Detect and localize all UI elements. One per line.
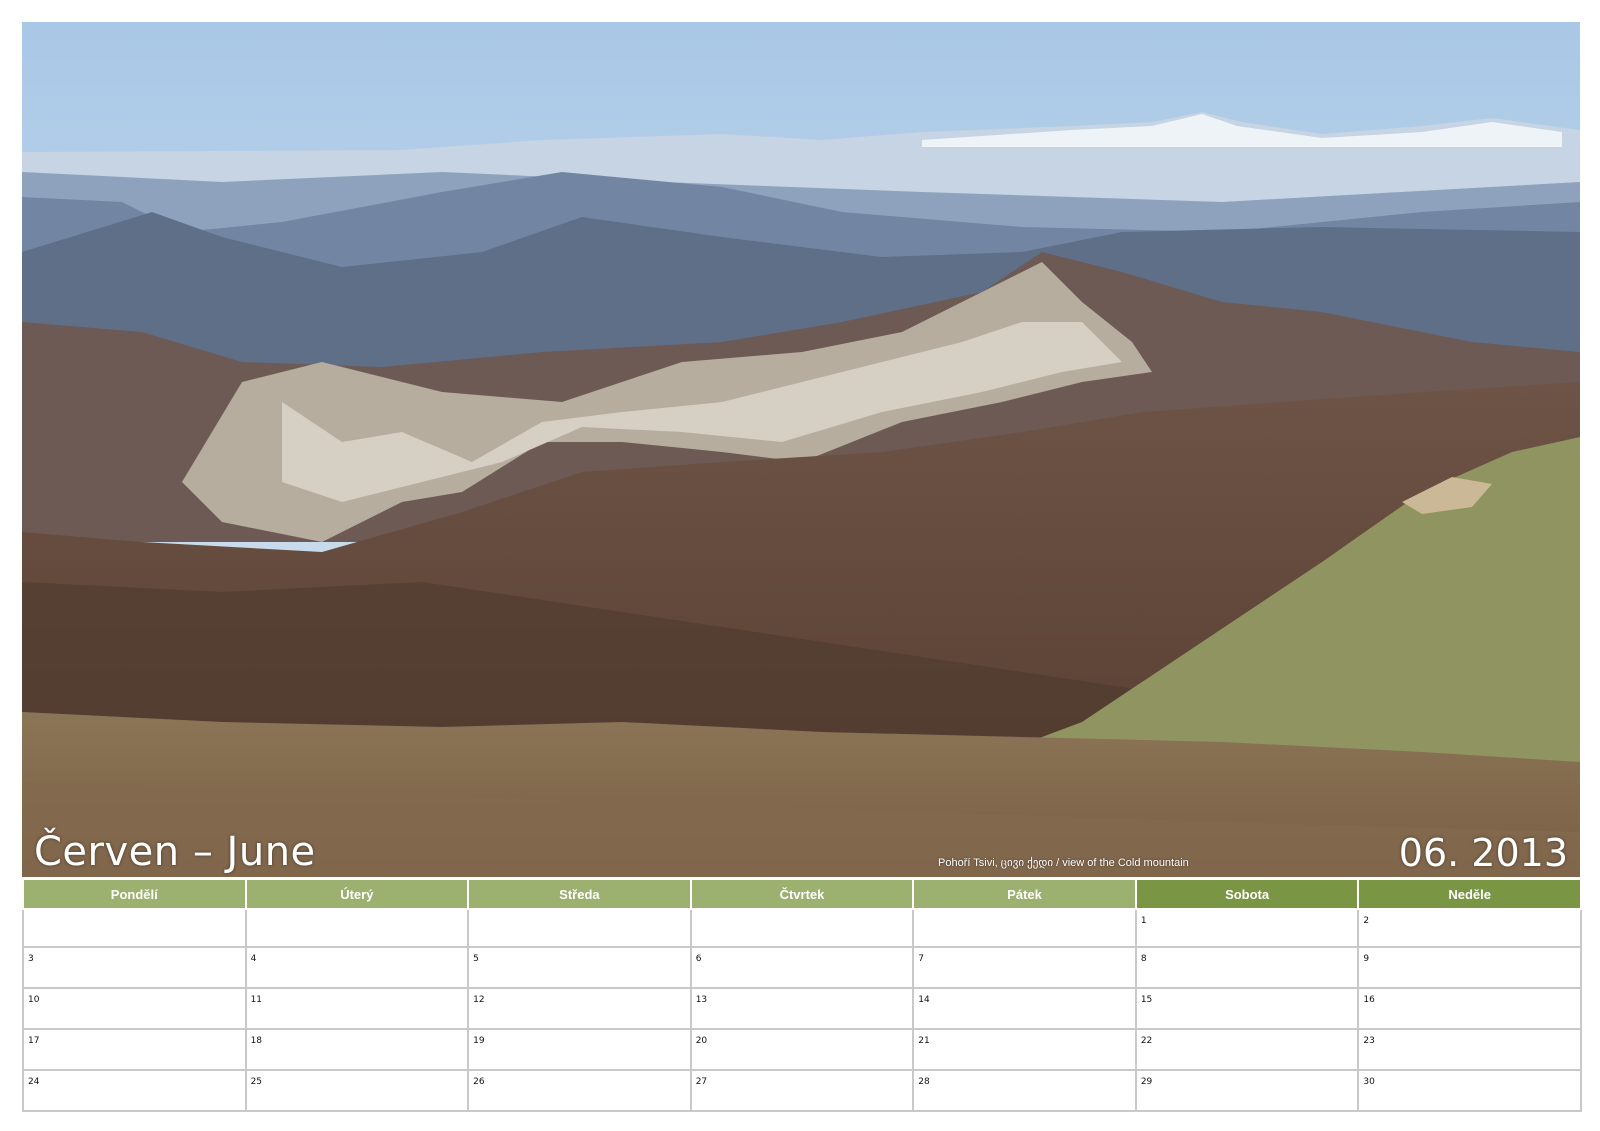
week-row: 24 25 26 27 28 29 30 xyxy=(22,1069,1582,1112)
weekday-header-row: Pondělí Úterý Středa Čtvrtek Pátek Sobot… xyxy=(22,878,1582,910)
day-cell: 6 xyxy=(689,946,915,989)
week-row: 10 11 12 13 14 15 16 xyxy=(22,987,1582,1030)
day-cell: 19 xyxy=(467,1028,692,1071)
day-cell: 27 xyxy=(689,1069,915,1112)
day-cell: 22 xyxy=(1134,1028,1360,1071)
day-cell: 2 xyxy=(1357,908,1582,948)
mountain-landscape-image xyxy=(22,22,1580,877)
day-cell: 15 xyxy=(1134,987,1360,1030)
day-cell: 1 xyxy=(1134,908,1360,948)
day-cell: 24 xyxy=(22,1069,247,1112)
day-cell: 16 xyxy=(1357,987,1582,1030)
day-cell: 30 xyxy=(1357,1069,1582,1112)
day-cell: 18 xyxy=(244,1028,470,1071)
day-cell: 23 xyxy=(1357,1028,1582,1071)
day-cell: 3 xyxy=(22,946,247,989)
day-cell: 25 xyxy=(244,1069,470,1112)
calendar-grid: Pondělí Úterý Středa Čtvrtek Pátek Sobot… xyxy=(22,878,1582,1112)
day-cell xyxy=(467,908,692,948)
day-cell: 9 xyxy=(1357,946,1582,989)
week-row: 17 18 19 20 21 22 23 xyxy=(22,1028,1582,1071)
day-cell xyxy=(912,908,1137,948)
day-cell: 20 xyxy=(689,1028,915,1071)
month-title: Červen – June xyxy=(34,829,316,875)
day-cell: 7 xyxy=(912,946,1137,989)
weekday-header: Úterý xyxy=(244,878,470,910)
day-cell: 28 xyxy=(912,1069,1137,1112)
day-cell: 13 xyxy=(689,987,915,1030)
day-cell: 14 xyxy=(912,987,1137,1030)
day-cell xyxy=(22,908,247,948)
week-row: 3 4 5 6 7 8 9 xyxy=(22,946,1582,989)
weekday-header: Pondělí xyxy=(22,878,247,910)
day-cell xyxy=(244,908,470,948)
day-cell xyxy=(689,908,915,948)
day-cell: 11 xyxy=(244,987,470,1030)
day-cell: 10 xyxy=(22,987,247,1030)
day-cell: 26 xyxy=(467,1069,692,1112)
weekend-header: Neděle xyxy=(1357,878,1582,910)
weekday-header: Pátek xyxy=(912,878,1137,910)
day-cell: 29 xyxy=(1134,1069,1360,1112)
month-year-label: 06. 2013 xyxy=(1398,831,1568,875)
day-cell: 21 xyxy=(912,1028,1137,1071)
day-cell: 17 xyxy=(22,1028,247,1071)
weekend-header: Sobota xyxy=(1134,878,1360,910)
day-cell: 5 xyxy=(467,946,692,989)
day-cell: 4 xyxy=(244,946,470,989)
landscape-photo: Červen – June Pohoří Tsivi, ცივი ქედი / … xyxy=(22,22,1580,877)
photo-caption: Pohoří Tsivi, ცივი ქედი / view of the Co… xyxy=(938,857,1189,869)
day-cell: 12 xyxy=(467,987,692,1030)
week-row: 1 2 xyxy=(22,908,1582,948)
weekday-header: Čtvrtek xyxy=(689,878,915,910)
day-cell: 8 xyxy=(1134,946,1360,989)
weekday-header: Středa xyxy=(467,878,692,910)
